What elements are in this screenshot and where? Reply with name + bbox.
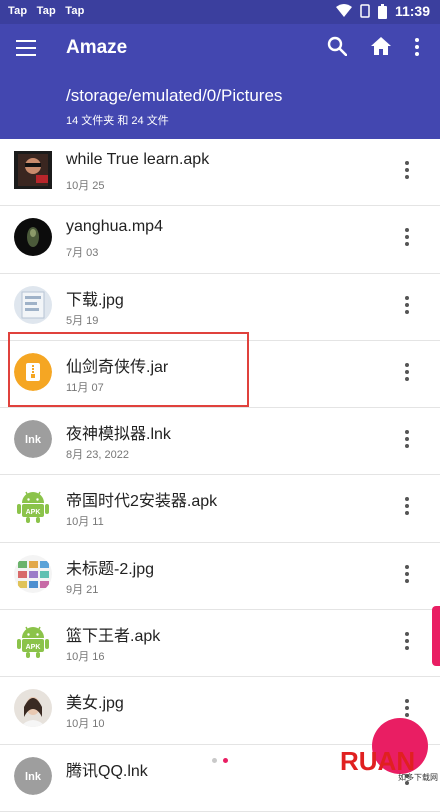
status-bar: Tap Tap Tap 11:39 xyxy=(0,0,440,24)
file-date: 10月 11 xyxy=(66,516,104,529)
current-path: /storage/emulated/0/Pictures xyxy=(66,86,283,105)
selection-highlight-box xyxy=(8,332,249,407)
apk-android-icon: APK xyxy=(17,492,49,524)
more-vert-icon[interactable] xyxy=(404,497,410,516)
file-list: while True learn.apk 10月 25 yanghua.mp4 … xyxy=(0,139,440,812)
list-item[interactable]: APK 帝国时代2安装器.apk 10月 11 xyxy=(0,475,440,543)
list-item[interactable]: while True learn.apk 10月 25 xyxy=(0,139,440,207)
more-vert-icon[interactable] xyxy=(404,295,410,314)
clock: 11:39 xyxy=(394,3,430,19)
file-name: 帝国时代2安装器.apk xyxy=(66,493,218,511)
file-date: 10月 16 xyxy=(66,651,105,664)
video-thumbnail xyxy=(14,218,52,257)
site-watermark-logo: RUAN 如多下载网 xyxy=(340,746,438,782)
menu-icon[interactable] xyxy=(16,40,36,56)
file-type-label: APK xyxy=(26,644,41,651)
list-item[interactable]: lnk 夜神模拟器.lnk 8月 23, 2022 xyxy=(0,408,440,476)
more-vert-icon[interactable] xyxy=(404,632,410,651)
home-icon[interactable] xyxy=(370,36,392,56)
more-vert-icon[interactable] xyxy=(404,699,410,718)
file-name: 腾讯QQ.lnk xyxy=(66,762,148,780)
status-icons: 11:39 xyxy=(335,3,430,19)
file-name: 美女.jpg xyxy=(66,695,124,713)
file-type-label: APK xyxy=(26,509,41,516)
more-vert-icon[interactable] xyxy=(404,161,410,179)
apk-android-icon: APK xyxy=(17,626,49,659)
file-name: while True learn.apk xyxy=(66,151,210,168)
page-dot-active xyxy=(223,758,228,763)
file-date: 8月 23, 2022 xyxy=(66,449,129,462)
side-drawer-handle[interactable] xyxy=(432,606,440,666)
list-item[interactable]: 下载.jpg 5月 19 xyxy=(0,274,440,341)
lnk-file-icon: lnk xyxy=(14,420,52,459)
file-type-label: lnk xyxy=(25,771,42,783)
list-item[interactable]: 未标题-2.jpg 9月 21 xyxy=(0,543,440,611)
notification-app-label: Tap xyxy=(36,5,56,17)
folder-file-count: 14 文件夹 和 24 文件 xyxy=(66,115,169,127)
more-vert-icon[interactable] xyxy=(404,430,410,449)
watermark-subtext: 如多下载网 xyxy=(398,772,438,782)
image-thumbnail xyxy=(14,151,52,189)
file-name: 篮下王者.apk xyxy=(66,628,161,646)
notification-app-label: Tap xyxy=(8,5,28,17)
image-thumbnail xyxy=(14,554,52,593)
more-vert-icon[interactable] xyxy=(404,362,410,381)
sim-icon xyxy=(360,4,370,18)
file-name: 下载.jpg xyxy=(66,291,124,309)
image-thumbnail xyxy=(14,689,52,728)
file-name: 未标题-2.jpg xyxy=(66,560,155,578)
more-vert-icon[interactable] xyxy=(414,38,420,56)
battery-icon xyxy=(377,3,387,19)
list-item[interactable]: yanghua.mp4 7月 03 xyxy=(0,206,440,274)
list-item[interactable]: APK 篮下王者.apk 10月 16 xyxy=(0,610,440,678)
file-date: 10月 25 xyxy=(66,180,105,192)
notification-app-label: Tap xyxy=(65,5,85,17)
more-vert-icon[interactable] xyxy=(404,564,410,583)
app-title: Amaze xyxy=(66,37,128,58)
watermark-text: RUAN xyxy=(340,746,415,776)
file-date: 10月 10 xyxy=(66,718,105,731)
file-name: yanghua.mp4 xyxy=(66,218,163,236)
image-thumbnail xyxy=(14,285,52,324)
file-date: 9月 21 xyxy=(66,583,99,596)
search-icon[interactable] xyxy=(327,36,347,56)
file-date: 5月 19 xyxy=(66,314,99,327)
file-type-label: lnk xyxy=(25,434,42,446)
file-date: 7月 03 xyxy=(66,247,99,260)
page-dot xyxy=(212,758,217,763)
file-name: 夜神模拟器.lnk xyxy=(66,426,171,444)
notification-apps: Tap Tap Tap xyxy=(8,5,91,17)
more-vert-icon[interactable] xyxy=(404,228,410,247)
page-indicator xyxy=(212,758,232,766)
lnk-file-icon: lnk xyxy=(14,756,52,795)
app-bar: Amaze /storage/emulated/0/Pictures 14 文件… xyxy=(0,24,440,139)
wifi-icon xyxy=(335,4,352,17)
